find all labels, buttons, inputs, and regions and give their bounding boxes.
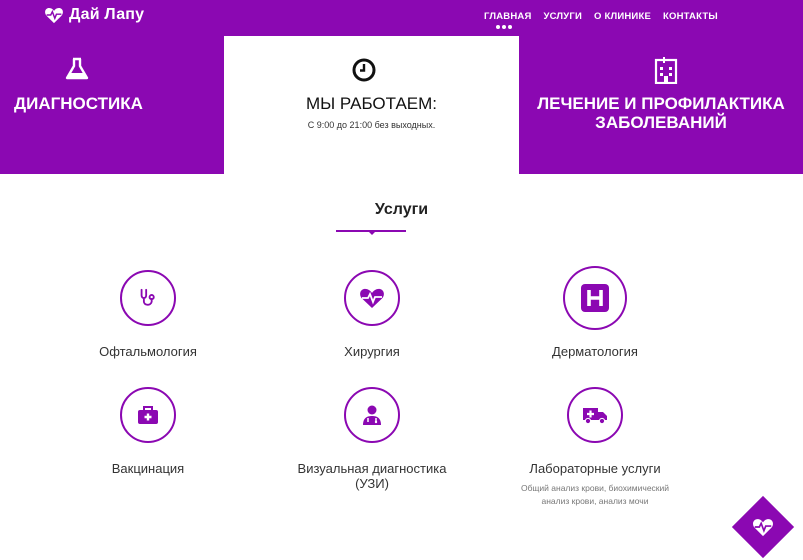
service-surgery-badge <box>344 270 400 326</box>
main-nav: ГЛАВНАЯ УСЛУГИ О КЛИНИКЕ КОНТАКТЫ <box>484 11 730 22</box>
service-vaccination-name: Вакцинация <box>111 461 185 476</box>
service-vaccination-badge <box>120 387 176 443</box>
service-ultrasound-name-line1: Визуальная диагностика <box>297 461 447 476</box>
nav-item-contacts[interactable]: КОНТАКТЫ <box>663 11 718 22</box>
stethoscope-icon <box>140 288 155 306</box>
feature-working-hours-text: С 9:00 до 21:00 без выходных. <box>307 120 436 130</box>
service-ophthalmology-name: Офтальмология <box>99 344 197 359</box>
feature-diagnostics: ДИАГНОСТИКА <box>0 36 224 174</box>
nav-active-indicator <box>496 25 512 29</box>
heartbeat-icon <box>360 288 384 308</box>
service-ultrasound-badge <box>344 387 400 443</box>
medkit-icon <box>138 406 158 424</box>
nav-item-about[interactable]: О КЛИНИКЕ <box>594 11 651 22</box>
service-laboratory-badge <box>567 387 623 443</box>
feature-treatment-title-line1: ЛЕЧЕНИЕ И ПРОФИЛАКТИКА <box>537 94 785 113</box>
nav-item-services[interactable]: УСЛУГИ <box>544 11 583 22</box>
heartbeat-badge-icon <box>753 519 773 537</box>
nav-item-home[interactable]: ГЛАВНАЯ <box>484 11 532 22</box>
service-surgery[interactable]: Хирургия <box>252 270 492 370</box>
heartbeat-logo-icon <box>45 7 63 24</box>
service-laboratory-desc-line2: анализ крови, анализ мочи <box>541 496 649 506</box>
service-dermatology[interactable]: Дерматология <box>475 270 715 370</box>
service-laboratory-desc: Общий анализ крови, биохимический анализ… <box>475 482 715 508</box>
feature-working-hours-title: МЫ РАБОТАЕМ: <box>305 94 438 113</box>
doctor-icon <box>363 405 381 425</box>
brand-name: Дай Лапу <box>69 6 145 23</box>
services-heading-caret <box>368 231 376 235</box>
clock-icon <box>352 58 376 82</box>
flask-icon <box>65 57 89 80</box>
service-dermatology-badge <box>567 270 623 326</box>
service-ultrasound-name-line2: (УЗИ) <box>355 476 389 491</box>
service-ultrasound-name: Визуальная диагностика (УЗИ) <box>252 461 492 491</box>
feature-treatment: ЛЕЧЕНИЕ И ПРОФИЛАКТИКА ЗАБОЛЕВАНИЙ <box>519 36 803 158</box>
service-laboratory-desc-line1: Общий анализ крови, биохимический <box>520 483 670 493</box>
service-ophthalmology[interactable]: Офтальмология <box>28 270 268 370</box>
service-surgery-name: Хирургия <box>344 344 400 359</box>
service-laboratory[interactable]: Лабораторные услуги Общий анализ крови, … <box>475 387 715 517</box>
service-laboratory-name: Лабораторные услуги <box>529 461 661 476</box>
brand-logo-link[interactable]: Дай Лапу <box>44 6 144 24</box>
service-ultrasound[interactable]: Визуальная диагностика (УЗИ) <box>252 387 492 497</box>
feature-treatment-title: ЛЕЧЕНИЕ И ПРОФИЛАКТИКА ЗАБОЛЕВАНИЙ <box>519 94 803 132</box>
service-ophthalmology-badge <box>120 270 176 326</box>
service-vaccination[interactable]: Вакцинация <box>28 387 268 487</box>
feature-diagnostics-title: ДИАГНОСТИКА <box>14 94 143 113</box>
hospital-building-icon <box>654 57 678 84</box>
services-heading: Услуги <box>374 201 429 218</box>
site-header: Дай Лапу ГЛАВНАЯ УСЛУГИ О КЛИНИКЕ КОНТАК… <box>0 0 803 36</box>
feature-working-hours: МЫ РАБОТАЕМ: С 9:00 до 21:00 без выходны… <box>224 36 519 174</box>
feature-treatment-title-line2: ЗАБОЛЕВАНИЙ <box>595 113 727 132</box>
hospital-h-icon <box>581 284 609 312</box>
service-dermatology-name: Дерматология <box>552 344 638 359</box>
ambulance-icon <box>583 408 607 425</box>
